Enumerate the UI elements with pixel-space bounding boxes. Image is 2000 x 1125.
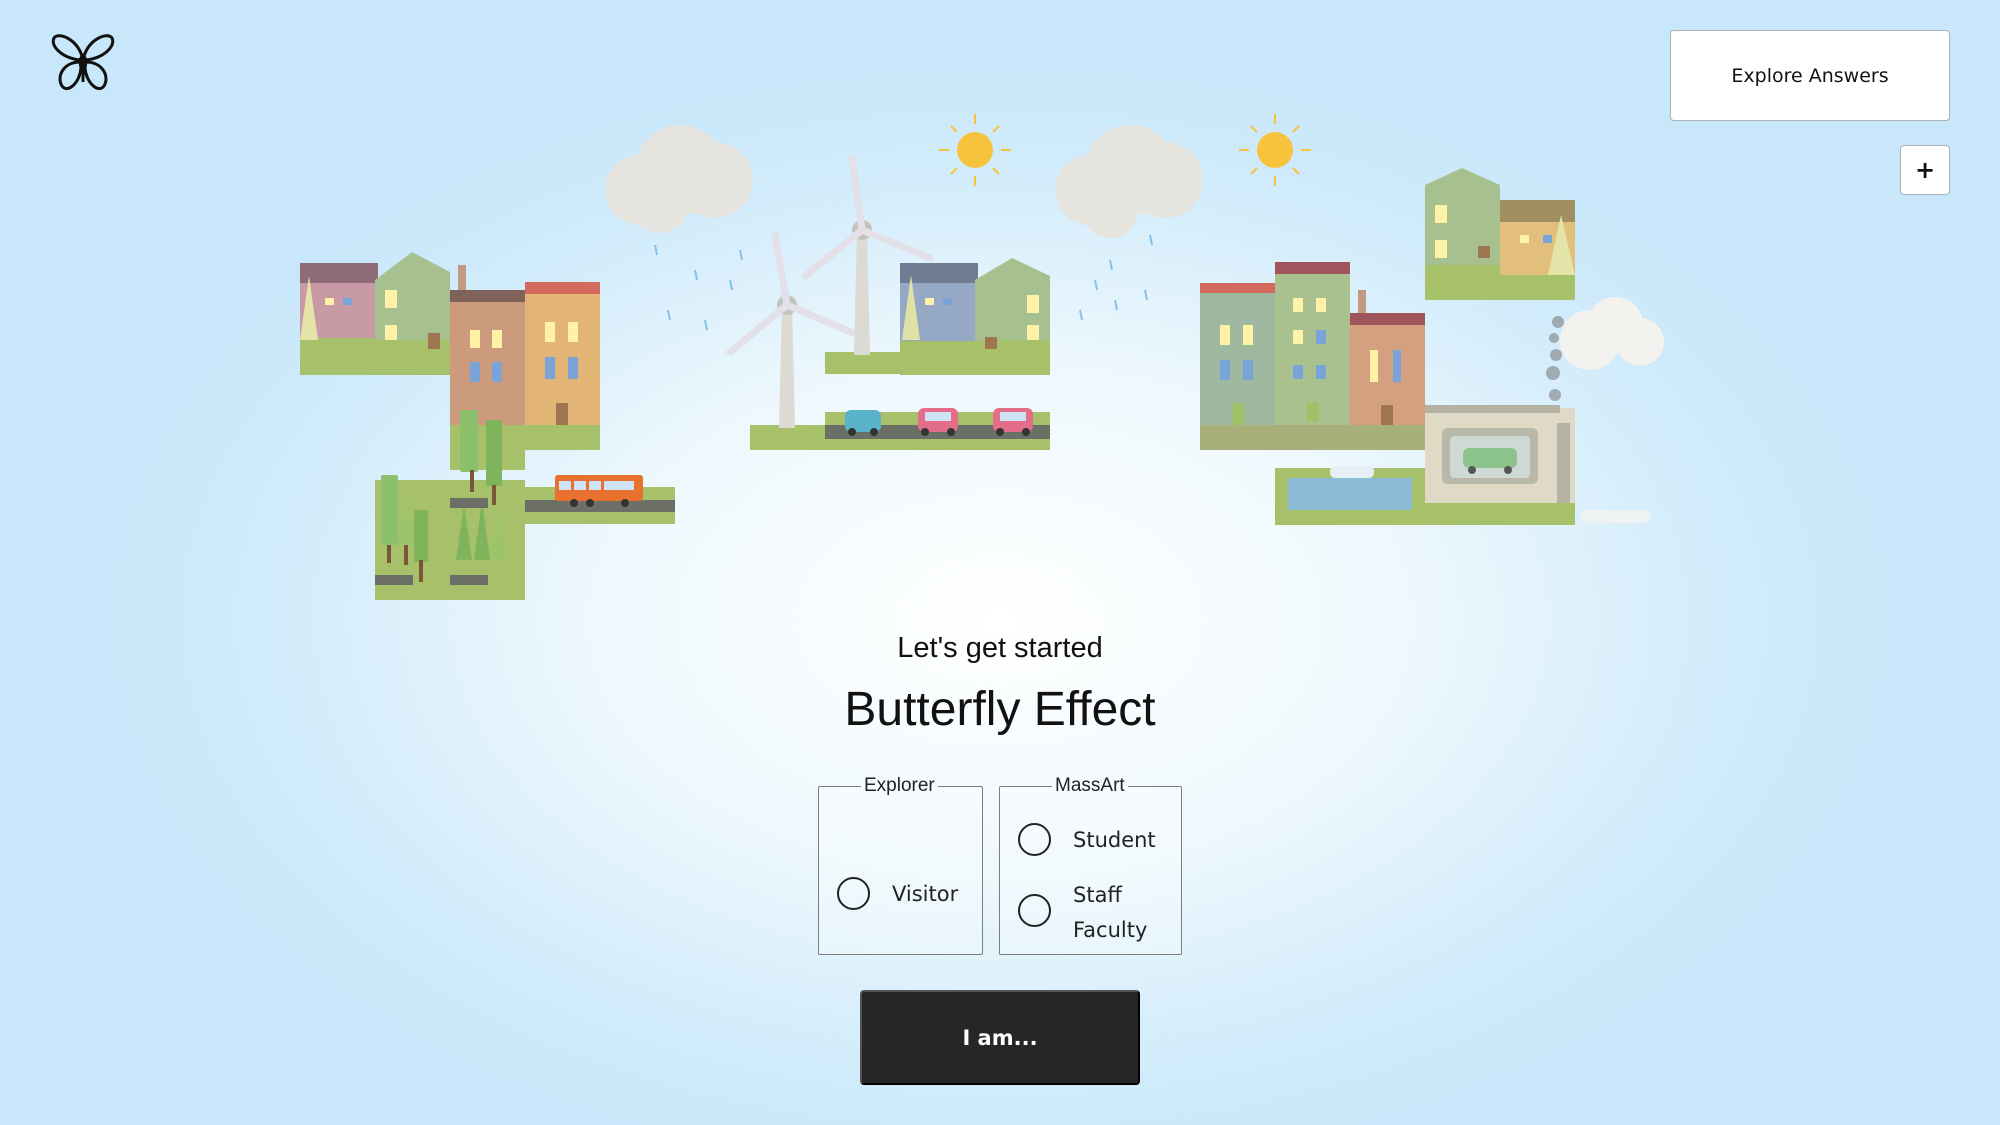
house-icon — [1425, 168, 1575, 300]
tree-icon — [375, 410, 525, 600]
faculty-label-line: Faculty — [1073, 918, 1148, 942]
bus-icon — [525, 475, 675, 524]
sun-icon — [939, 114, 1011, 186]
staff-label-line: Staff — [1073, 883, 1122, 907]
sun-icon — [1239, 114, 1311, 186]
city-illustration — [300, 114, 1664, 600]
i-am-submit-button[interactable]: I am... — [860, 990, 1140, 1085]
staff-faculty-label: Staff Faculty — [1073, 878, 1147, 948]
student-radio[interactable] — [1018, 823, 1051, 856]
houses-right — [1200, 262, 1425, 450]
river-icon — [1275, 466, 1425, 525]
student-label: Student — [1073, 828, 1156, 852]
explorer-group: Explorer Visitor — [818, 775, 983, 955]
cloud-icon — [1055, 125, 1203, 238]
page-title: Butterfly Effect — [844, 683, 1156, 736]
visitor-label: Visitor — [892, 882, 959, 906]
houses-left — [300, 252, 600, 450]
house-icon — [900, 258, 1050, 375]
car-icon — [825, 408, 1050, 450]
staff-faculty-radio[interactable] — [1018, 894, 1051, 927]
staff-faculty-option[interactable]: Staff Faculty — [1018, 878, 1147, 948]
visitor-radio[interactable] — [837, 877, 870, 910]
intro-subtitle: Let's get started — [897, 632, 1103, 664]
massart-group: MassArt Student Staff Faculty — [999, 775, 1182, 955]
visitor-option[interactable]: Visitor — [837, 877, 958, 912]
massart-legend: MassArt — [1055, 775, 1125, 796]
cloud-icon — [1560, 297, 1664, 370]
explorer-legend: Explorer — [864, 775, 935, 796]
cloud-icon — [605, 125, 753, 233]
student-option[interactable]: Student — [1018, 823, 1156, 858]
